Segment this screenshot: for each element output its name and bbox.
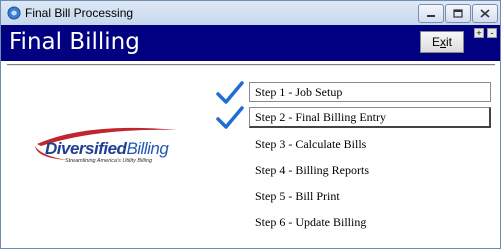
step-3-button[interactable]: Step 3 - Calculate Bills bbox=[249, 134, 491, 154]
minimize-icon bbox=[427, 14, 435, 17]
page-header: Final Billing Exit + - bbox=[1, 25, 500, 61]
minimize-button[interactable] bbox=[418, 4, 444, 23]
title-bar[interactable]: Final Bill Processing bbox=[1, 1, 500, 25]
page-title: Final Billing bbox=[9, 29, 140, 55]
logo-name-part1: Diversified bbox=[45, 139, 127, 158]
expand-button[interactable]: + bbox=[474, 28, 484, 38]
company-logo: DiversifiedBilling Streamlining America'… bbox=[27, 124, 197, 168]
maximize-button[interactable] bbox=[445, 4, 471, 23]
restore-icon bbox=[453, 9, 463, 18]
checkmark-icon bbox=[216, 106, 244, 129]
exit-button[interactable]: Exit bbox=[420, 31, 464, 53]
exit-label-e: E bbox=[431, 35, 440, 49]
header-divider bbox=[7, 64, 495, 66]
step-4-button[interactable]: Step 4 - Billing Reports bbox=[249, 160, 491, 180]
logo-wordmark: DiversifiedBilling bbox=[45, 139, 169, 159]
checkmark-icon bbox=[216, 81, 244, 104]
close-button[interactable] bbox=[472, 4, 498, 23]
collapse-button[interactable]: - bbox=[487, 28, 497, 38]
exit-label: Exit bbox=[432, 35, 452, 49]
window-title: Final Bill Processing bbox=[25, 6, 134, 20]
step-5-button[interactable]: Step 5 - Bill Print bbox=[249, 186, 491, 206]
logo-tagline: Streamlining America's Utility Billing bbox=[65, 158, 153, 164]
app-icon bbox=[7, 6, 21, 20]
step-6-button[interactable]: Step 6 - Update Billing bbox=[249, 212, 491, 232]
logo-name-part2: Billing bbox=[126, 139, 169, 158]
step-2-button[interactable]: Step 2 - Final Billing Entry bbox=[249, 107, 491, 128]
step-1-button[interactable]: Step 1 - Job Setup bbox=[249, 82, 491, 102]
close-icon bbox=[480, 9, 490, 18]
exit-label-rest: it bbox=[446, 35, 452, 49]
app-window: Final Bill Processing Final Billing Exit… bbox=[0, 0, 501, 249]
